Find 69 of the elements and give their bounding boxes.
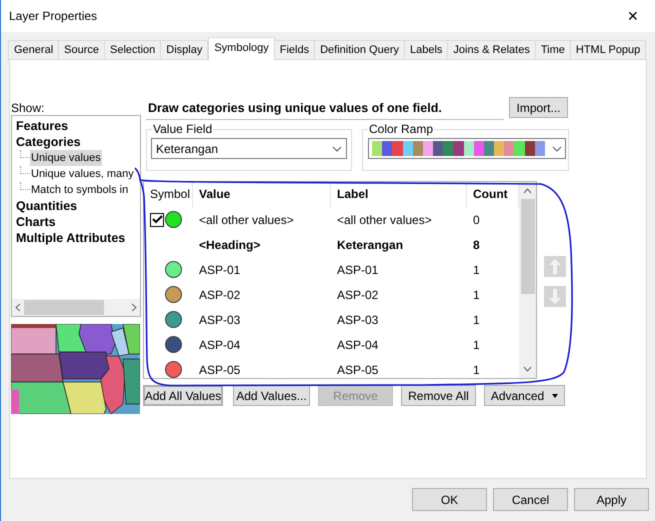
table-cell-text: Keterangan bbox=[336, 236, 404, 254]
symbol-swatch[interactable] bbox=[165, 261, 182, 278]
window-title: Layer Properties bbox=[9, 8, 98, 25]
table-cell-text: <all other values> bbox=[336, 212, 433, 228]
symbol-swatch[interactable] bbox=[165, 361, 182, 378]
dialog-button[interactable]: OK bbox=[412, 488, 487, 511]
tree-item[interactable]: Charts bbox=[16, 214, 140, 230]
table-cell-text: ASP-02 bbox=[336, 286, 380, 304]
table-cell-text: ASP-01 bbox=[198, 262, 242, 278]
table-cell-text: ASP-01 bbox=[336, 262, 380, 278]
tab[interactable]: Display bbox=[160, 40, 208, 60]
caret-icon bbox=[552, 394, 558, 398]
color-ramp-dropdown[interactable] bbox=[368, 138, 566, 159]
action-button[interactable]: Advanced bbox=[484, 385, 565, 406]
symbol-swatch[interactable] bbox=[165, 336, 182, 353]
show-label: Show: bbox=[11, 101, 46, 115]
action-button[interactable]: Remove All bbox=[401, 385, 476, 406]
import-button[interactable]: Import... bbox=[509, 97, 568, 118]
tree-item[interactable]: Quantities bbox=[16, 198, 140, 214]
action-button[interactable]: Add All Values bbox=[143, 385, 223, 406]
table-cell-text: ASP-04 bbox=[198, 336, 242, 354]
table-cell-text: 1 bbox=[472, 362, 481, 378]
symbol-swatch[interactable] bbox=[165, 286, 182, 303]
table-cell-text: 1 bbox=[472, 262, 481, 278]
description-text: Draw categories using unique values of one field. bbox=[146, 96, 504, 120]
dialog-button[interactable]: Cancel bbox=[493, 488, 568, 511]
table-cell-text: ASP-04 bbox=[336, 336, 380, 354]
scroll-right-icon[interactable] bbox=[131, 303, 137, 312]
chevron-down-icon bbox=[332, 146, 342, 152]
column-header[interactable]: Label bbox=[331, 182, 467, 207]
table-cell-text: 0 bbox=[472, 212, 481, 228]
tab[interactable]: General bbox=[8, 40, 60, 60]
table-cell-text: <all other values> bbox=[198, 212, 295, 228]
tab[interactable]: Symbology bbox=[208, 37, 275, 61]
column-header[interactable]: Symbol bbox=[144, 182, 193, 207]
table-cell-text: 1 bbox=[472, 312, 481, 328]
column-header[interactable]: Value bbox=[193, 182, 331, 207]
table-cell-text: ASP-03 bbox=[336, 312, 380, 328]
symbol-swatch[interactable] bbox=[165, 311, 182, 328]
arrow-down-icon bbox=[549, 289, 561, 304]
dialog-button[interactable]: Apply bbox=[574, 488, 649, 511]
table-cell-text: <Heading> bbox=[198, 236, 262, 254]
chevron-down-icon bbox=[552, 146, 562, 152]
horizontal-scrollbar[interactable] bbox=[12, 299, 140, 316]
scroll-left-icon[interactable] bbox=[15, 303, 21, 312]
value-field-label: Value Field bbox=[152, 122, 214, 136]
tree-item[interactable]: Multiple Attributes bbox=[16, 230, 140, 246]
table-cell-text: ASP-02 bbox=[198, 286, 242, 304]
action-button[interactable]: Add Values... bbox=[233, 385, 310, 406]
symbol-swatch[interactable] bbox=[165, 211, 182, 228]
table-cell-text: 1 bbox=[472, 336, 481, 354]
table-cell-text: ASP-03 bbox=[198, 312, 242, 328]
value-field-dropdown[interactable]: Keterangan bbox=[151, 138, 347, 159]
tree-item[interactable]: Unique values, many bbox=[30, 166, 135, 182]
checkbox[interactable] bbox=[150, 212, 164, 226]
arrow-up-icon bbox=[549, 259, 561, 274]
table-cell-text: 1 bbox=[472, 286, 481, 304]
tab[interactable]: HTML Popup bbox=[570, 40, 646, 60]
tree-item[interactable]: Match to symbols in bbox=[30, 182, 130, 198]
close-icon[interactable]: ✕ bbox=[611, 6, 655, 26]
table-cell-text: ASP-05 bbox=[198, 362, 242, 378]
color-ramp-label: Color Ramp bbox=[368, 122, 434, 136]
scrollbar-thumb[interactable] bbox=[520, 199, 534, 294]
tree-item[interactable]: Categories bbox=[16, 134, 140, 150]
tree-item[interactable]: Features bbox=[16, 118, 140, 134]
vertical-scrollbar[interactable] bbox=[519, 182, 536, 378]
table-cell-text: 8 bbox=[472, 236, 481, 254]
tree-item[interactable]: Unique values bbox=[30, 150, 102, 166]
table-cell-text: ASP-05 bbox=[336, 362, 380, 378]
